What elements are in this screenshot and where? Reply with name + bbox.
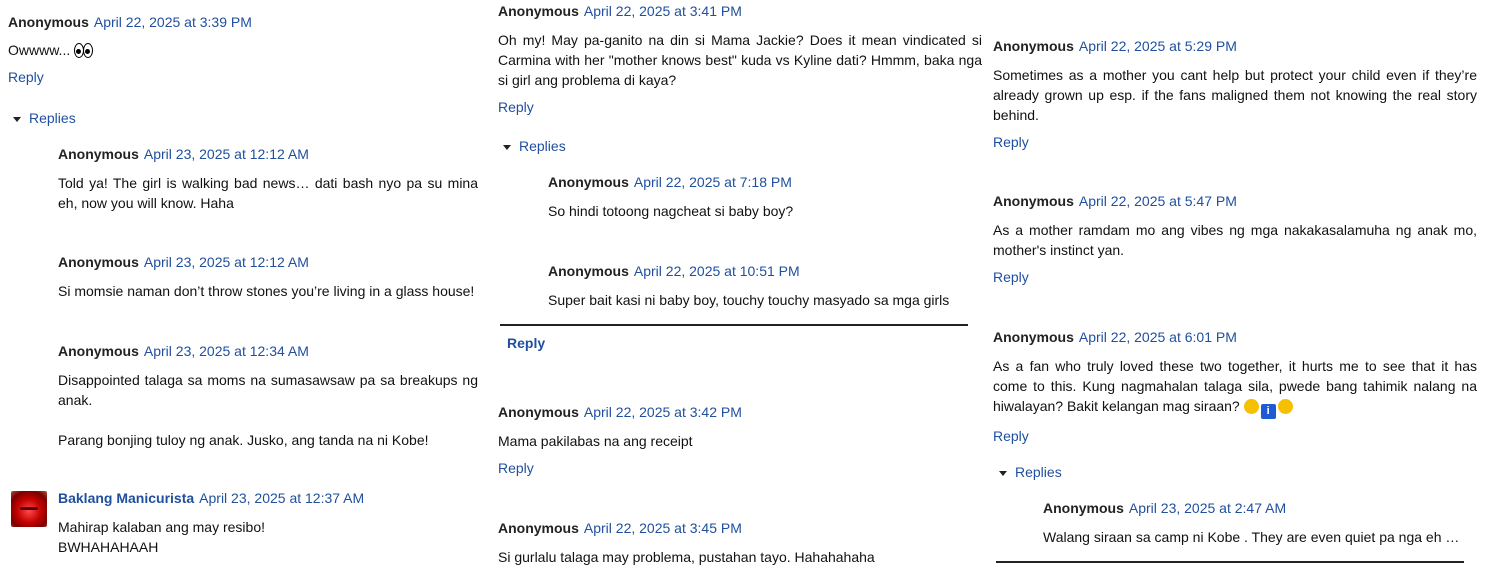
- comment-text: Walang siraan sa camp ni Kobe . They are…: [1043, 529, 1460, 545]
- comment-date-link[interactable]: April 22, 2025 at 3:41 PM: [584, 3, 742, 19]
- comment-author: Anonymous: [548, 174, 629, 190]
- reply-comment: Anonymous April 22, 2025 at 7:18 PM So hi…: [548, 173, 982, 221]
- info-emoji-icon: i: [1260, 404, 1276, 419]
- comment: Anonymous April 22, 2025 at 5:29 PM Somet…: [993, 37, 1477, 151]
- comment: Anonymous April 22, 2025 at 3:45 PM Si gu…: [498, 519, 982, 567]
- comment-author: Anonymous: [1043, 500, 1124, 516]
- comment-date-link[interactable]: April 23, 2025 at 12:12 AM: [144, 146, 309, 162]
- comment-author: Anonymous: [498, 404, 579, 420]
- comment-text: Disappointed talaga sa moms na sumasawsa…: [58, 372, 478, 408]
- comment-text: So hindi totoong nagcheat si baby boy?: [548, 203, 794, 219]
- crying-emoji-icon: [1277, 399, 1293, 414]
- reply-link[interactable]: Reply: [8, 68, 478, 86]
- comment-text: Super bait kasi ni baby boy, touchy touc…: [548, 292, 950, 308]
- comment-date-link[interactable]: April 23, 2025 at 12:34 AM: [144, 343, 309, 359]
- reply-comment: Anonymous April 23, 2025 at 12:34 AM Disa…: [58, 342, 478, 450]
- comment-text: As a fan who truly loved these two toget…: [993, 358, 1477, 414]
- triangle-down-icon: [999, 470, 1007, 476]
- comment-text: As a mother ramdam mo ang vibes ng mga n…: [993, 222, 1477, 258]
- comment-text: Si gurlalu talaga may problema, pustahan…: [498, 549, 875, 565]
- replies-toggle[interactable]: Replies: [999, 463, 1062, 481]
- thread-divider: [500, 324, 968, 326]
- comment-author: Anonymous: [58, 254, 139, 270]
- comment-date-link[interactable]: April 22, 2025 at 3:42 PM: [584, 404, 742, 420]
- comment-date-link[interactable]: April 23, 2025 at 12:12 AM: [144, 254, 309, 270]
- comment: Anonymous April 22, 2025 at 3:42 PM Mama …: [498, 403, 982, 477]
- comment-text: Parang bonjing tuloy ng anak. Jusko, ang…: [58, 432, 429, 448]
- comment-text: Owwww...: [8, 42, 75, 58]
- replies-label: Replies: [29, 110, 76, 126]
- comment-date-link[interactable]: April 22, 2025 at 10:51 PM: [634, 263, 800, 279]
- comment: Anonymous April 22, 2025 at 6:01 PM As a …: [993, 328, 1477, 445]
- replies-toggle[interactable]: Replies: [503, 137, 566, 155]
- comment: Anonymous April 22, 2025 at 5:47 PM As a …: [993, 192, 1477, 286]
- comment-date-link[interactable]: April 23, 2025 at 12:37 AM: [199, 490, 364, 506]
- reply-link[interactable]: Reply: [993, 268, 1477, 286]
- reply-comment: Anonymous April 23, 2025 at 12:12 AM Told…: [58, 145, 478, 213]
- comment-author: Anonymous: [8, 14, 89, 30]
- comment-text: Told ya! The girl is walking bad news… d…: [58, 175, 478, 211]
- comment-author: Anonymous: [993, 329, 1074, 345]
- replies-label: Replies: [519, 138, 566, 154]
- avatar[interactable]: [11, 491, 47, 527]
- reply-comment: Anonymous April 23, 2025 at 2:47 AM Walan…: [1043, 499, 1477, 547]
- thread-reply-button[interactable]: Reply: [507, 335, 545, 351]
- comment-author: Anonymous: [498, 3, 579, 19]
- reply-comment: Anonymous April 22, 2025 at 10:51 PM Supe…: [548, 262, 982, 310]
- comment-text: BWHAHAHAAH: [58, 539, 159, 555]
- eyes-emoji-icon: [74, 43, 94, 58]
- comment-text: Oh my! May pa-ganito na din si Mama Jack…: [498, 32, 982, 88]
- comment-author: Anonymous: [498, 520, 579, 536]
- comment-date-link[interactable]: April 23, 2025 at 2:47 AM: [1129, 500, 1286, 516]
- triangle-down-icon: [13, 116, 21, 122]
- smiley-emoji-icon: [1243, 399, 1259, 414]
- replies-label: Replies: [1015, 464, 1062, 480]
- comment: Anonymous April 22, 2025 at 3:41 PM Oh my…: [498, 2, 982, 116]
- triangle-down-icon: [503, 144, 511, 150]
- comment-author: Anonymous: [993, 193, 1074, 209]
- comment-author: Anonymous: [993, 38, 1074, 54]
- comment-text: Mahirap kalaban ang may resibo!: [58, 519, 266, 535]
- reply-link[interactable]: Reply: [498, 459, 982, 477]
- comment-text: Mama pakilabas na ang receipt: [498, 433, 693, 449]
- reply-link[interactable]: Reply: [498, 98, 982, 116]
- comment-text: Sometimes as a mother you cant help but …: [993, 67, 1477, 123]
- reply-link[interactable]: Reply: [993, 427, 1477, 445]
- reply-comment: Anonymous April 23, 2025 at 12:12 AM Si m…: [58, 253, 478, 301]
- comment-author-link[interactable]: Baklang Manicurista: [58, 490, 194, 506]
- comment-author: Anonymous: [58, 146, 139, 162]
- comment: Anonymous April 22, 2025 at 3:39 PM Owwww…: [8, 13, 478, 86]
- comment-text: Si momsie naman don’t throw stones you’r…: [58, 283, 475, 299]
- comment-author: Anonymous: [548, 263, 629, 279]
- comment-author: Anonymous: [58, 343, 139, 359]
- comment-date-link[interactable]: April 22, 2025 at 3:39 PM: [94, 14, 252, 30]
- comment-date-link[interactable]: April 22, 2025 at 5:29 PM: [1079, 38, 1237, 54]
- thread-divider: [996, 561, 1464, 563]
- replies-toggle[interactable]: Replies: [13, 109, 76, 127]
- comment-date-link[interactable]: April 22, 2025 at 7:18 PM: [634, 174, 792, 190]
- comment-date-link[interactable]: April 22, 2025 at 6:01 PM: [1079, 329, 1237, 345]
- reply-comment: Baklang Manicurista April 23, 2025 at 12:…: [58, 489, 478, 557]
- comment-date-link[interactable]: April 22, 2025 at 5:47 PM: [1079, 193, 1237, 209]
- reply-link[interactable]: Reply: [993, 133, 1477, 151]
- comment-date-link[interactable]: April 22, 2025 at 3:45 PM: [584, 520, 742, 536]
